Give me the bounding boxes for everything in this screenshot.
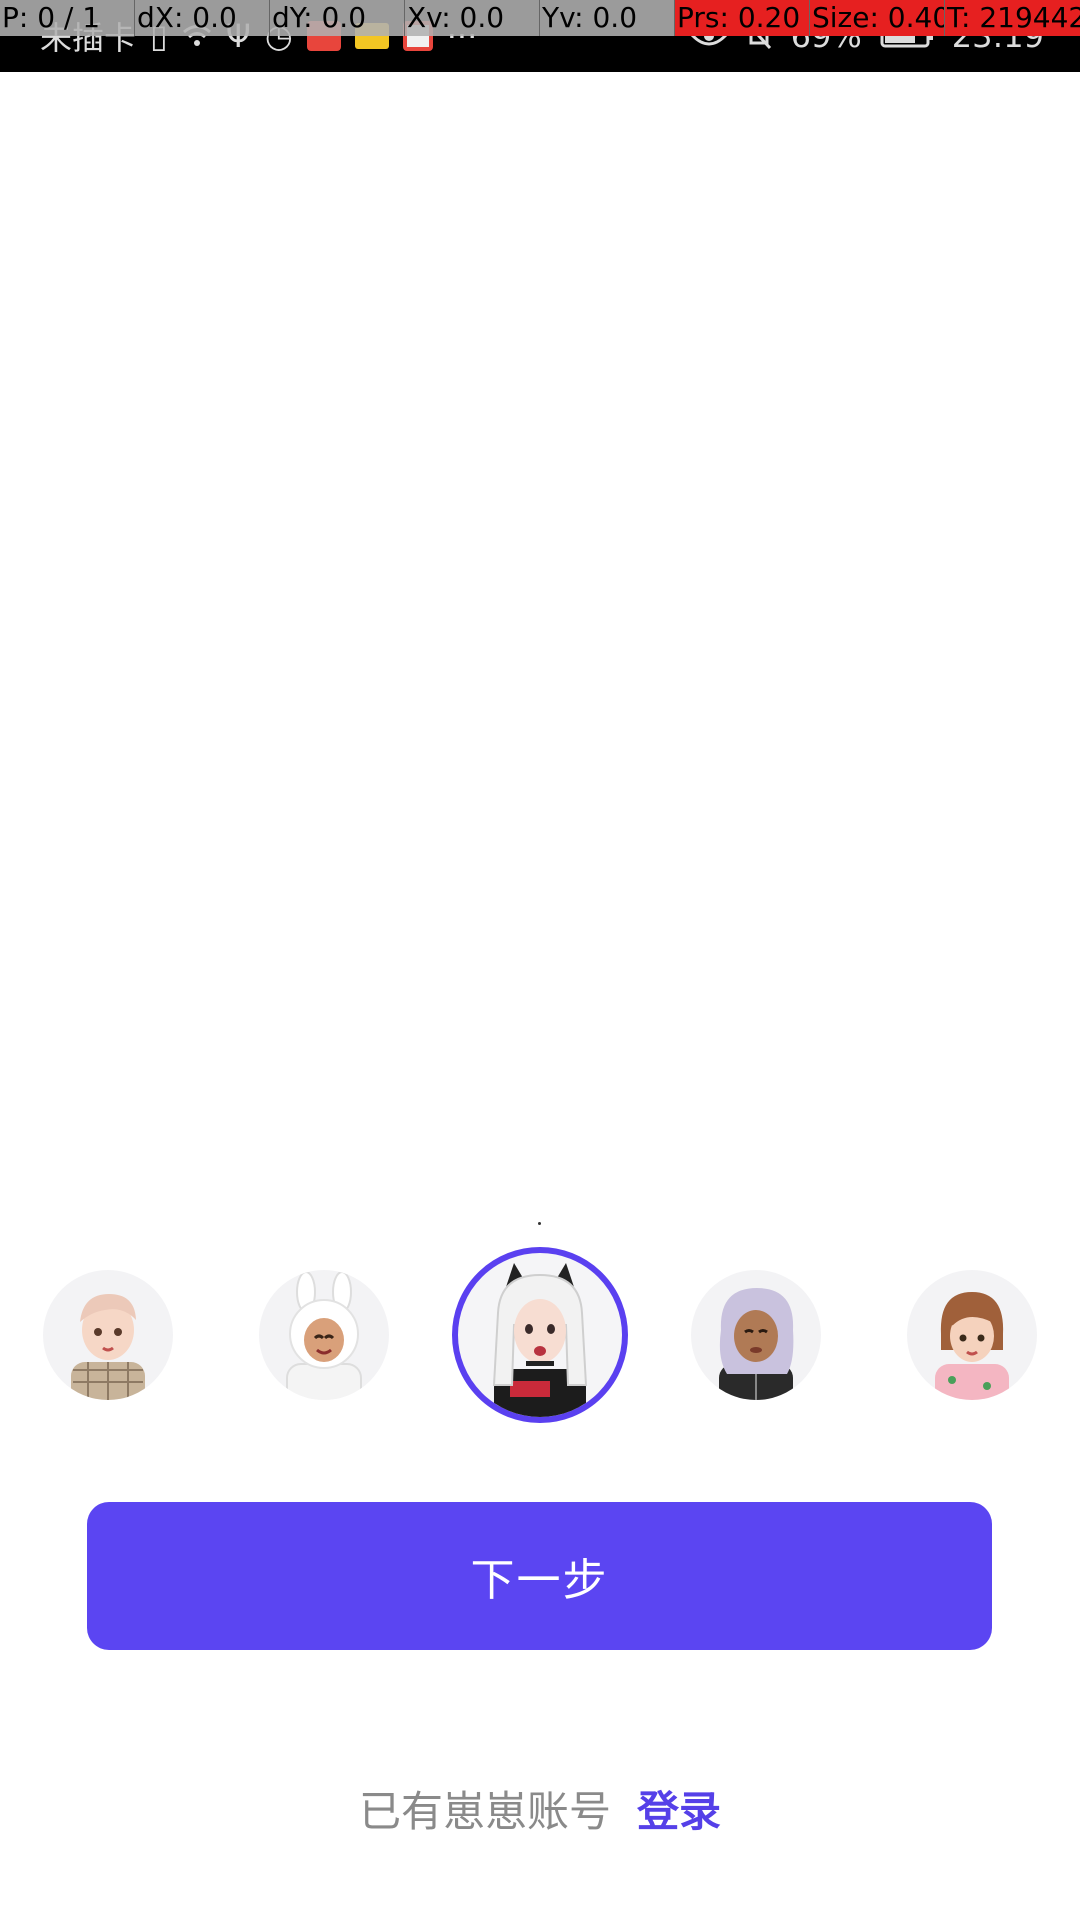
debug-yv: Yv: 0.0 — [540, 0, 675, 36]
existing-account-text: 已有崽崽账号 — [358, 1786, 611, 1836]
avatar-option-3-selected[interactable] — [452, 1247, 628, 1423]
avatar-4-figure — [719, 1288, 794, 1400]
avatar-2-figure — [286, 1271, 362, 1400]
avatar-option-5[interactable] — [907, 1270, 1037, 1400]
avatar-option-4[interactable] — [691, 1270, 821, 1400]
next-step-label: 下一步 — [470, 1555, 609, 1606]
avatar-option-1[interactable] — [43, 1270, 173, 1400]
debug-pressure: Prs: 0.20 — [675, 0, 810, 36]
debug-dx: dX: 0.0 — [135, 0, 270, 36]
avatar-3-figure — [492, 1263, 588, 1417]
avatar-option-2[interactable] — [259, 1270, 389, 1400]
onboarding-screen: 未插卡 ▯ Ψ ◷ ··· 69% 23:19 P: 0 / 1 dX: 0.0… — [0, 0, 1080, 1920]
avatar-carousel[interactable] — [0, 1240, 1080, 1430]
debug-xv: Xv: 0.0 — [405, 0, 540, 36]
avatar-1-figure — [71, 1294, 145, 1400]
debug-time: T: 219442 — [945, 0, 1080, 36]
debug-pointer-count: P: 0 / 1 — [0, 0, 135, 36]
avatar-5-figure — [935, 1292, 1009, 1400]
login-prompt-row: 已有崽崽账号 登录 — [0, 1778, 1080, 1838]
debug-dy: dY: 0.0 — [270, 0, 405, 36]
debug-size: Size: 0.40 — [810, 0, 945, 36]
next-step-button[interactable]: 下一步 — [87, 1502, 992, 1650]
login-link[interactable]: 登录 — [637, 1778, 721, 1839]
pointer-debug-overlay: P: 0 / 1 dX: 0.0 dY: 0.0 Xv: 0.0 Yv: 0.0… — [0, 0, 1080, 36]
page-indicator-dot — [538, 1222, 541, 1225]
